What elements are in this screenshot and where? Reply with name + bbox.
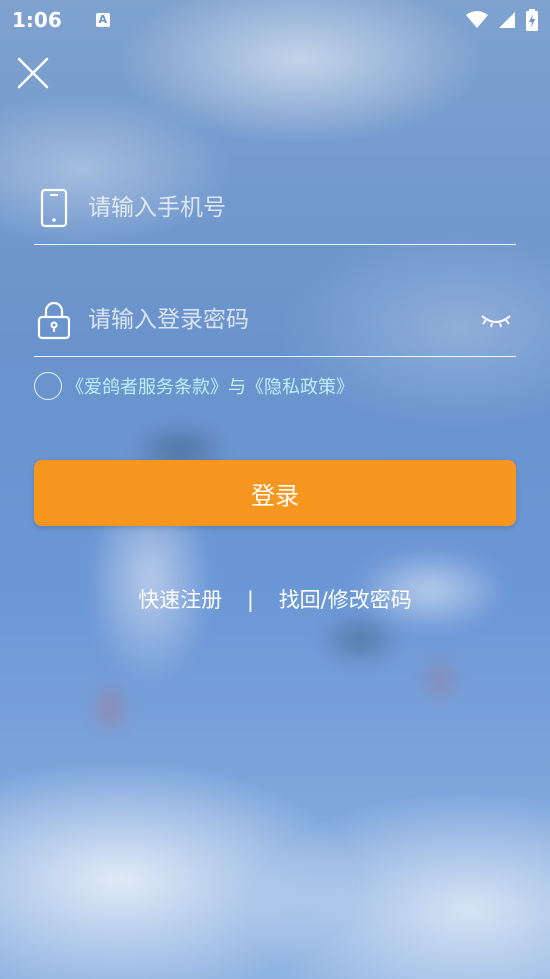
agreement-row: 《爱鸽者服务条款》与《隐私政策》 xyxy=(34,372,354,400)
lock-icon xyxy=(34,298,74,342)
password-input[interactable] xyxy=(86,297,476,343)
status-time: 1:06 xyxy=(12,8,62,32)
recover-password-link[interactable]: 找回/修改密码 xyxy=(279,588,412,612)
password-field xyxy=(34,284,516,357)
background-bird xyxy=(280,520,530,720)
status-bar: 1:06 A xyxy=(0,0,550,40)
bottom-links: 快速注册 | 找回/修改密码 xyxy=(0,584,550,614)
terms-link[interactable]: 《爱鸽者服务条款》 xyxy=(66,377,228,398)
eye-closed-icon[interactable] xyxy=(476,305,516,335)
agreement-and: 与 xyxy=(228,377,246,398)
wifi-icon xyxy=(466,11,488,28)
agreement-checkbox[interactable] xyxy=(34,372,62,400)
privacy-link[interactable]: 《隐私政策》 xyxy=(246,377,354,398)
login-button[interactable]: 登录 xyxy=(34,460,516,526)
phone-field xyxy=(34,172,516,245)
signal-icon xyxy=(499,12,515,28)
phone-input[interactable] xyxy=(86,185,516,231)
register-link[interactable]: 快速注册 xyxy=(138,588,222,612)
phone-icon xyxy=(34,186,74,230)
battery-charging-icon xyxy=(526,9,538,31)
background-bird xyxy=(40,410,250,730)
link-separator: | xyxy=(246,588,254,612)
a-icon: A xyxy=(95,13,110,27)
close-icon xyxy=(17,57,49,89)
close-button[interactable] xyxy=(16,56,50,90)
